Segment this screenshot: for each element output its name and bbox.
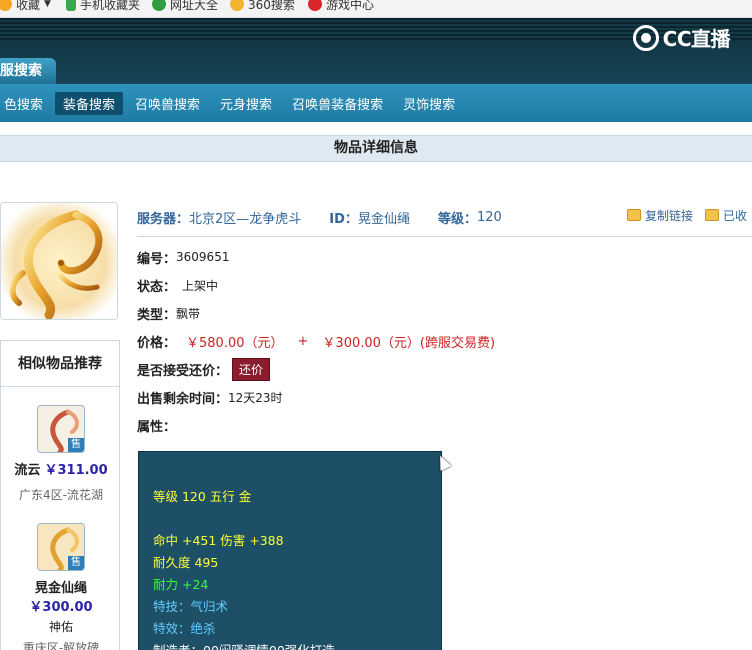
sale-badge: 售 xyxy=(68,438,84,452)
main-nav: 色搜索 装备搜索 召唤兽搜索 元身搜索 召唤兽装备搜索 灵饰搜索 xyxy=(0,84,752,122)
type-label: 类型： xyxy=(137,307,177,323)
id-value: 晃金仙绳 xyxy=(357,211,410,227)
sale-badge: 售 xyxy=(68,556,84,570)
site-logo[interactable]: CC直播 xyxy=(632,23,731,52)
attr-endurance: 耐力 +24 xyxy=(153,577,209,592)
phone-icon xyxy=(66,0,76,11)
bargain-row: 是否接受还价： 还价 xyxy=(137,357,271,381)
bargain-label: 是否接受还价： xyxy=(137,363,229,379)
number-label: 编号： xyxy=(137,251,177,267)
remaining-time-value: 12天23时 xyxy=(228,390,283,405)
similar-item-price: ￥300.00 xyxy=(29,600,93,615)
number-row: 编号： 3609651 xyxy=(137,246,229,268)
bargain-button[interactable]: 还价 xyxy=(232,357,271,381)
nav-equipment-search[interactable]: 装备搜索 xyxy=(55,91,124,115)
similar-item-thumbnail[interactable]: 售 xyxy=(37,523,85,571)
copy-link-button[interactable]: 复制链接 xyxy=(627,207,693,224)
item-actions: 复制链接 已收 xyxy=(627,207,747,224)
favorite-button[interactable]: 已收 xyxy=(705,207,747,224)
sidebar-title: 相似物品推荐 xyxy=(1,341,119,387)
plus-sign: + xyxy=(297,333,309,349)
remaining-time-row: 出售剩余时间： 12天23时 xyxy=(137,386,283,408)
attr-durability: 耐久度 495 xyxy=(153,555,219,570)
nav-pet-equipment-search[interactable]: 召唤兽装备搜索 xyxy=(284,92,391,115)
favorite-icon xyxy=(705,209,720,221)
price-row: 价格： ￥580.00（元） + ￥300.00（元）(跨服交易费) xyxy=(137,330,495,352)
attr-hit-damage: 命中 +451 伤害 +388 xyxy=(153,533,284,548)
bookmark-web-directory[interactable]: 网址大全 xyxy=(152,0,218,13)
detail-title-bar: 物品详细信息 xyxy=(0,135,752,162)
nav-role-search[interactable]: 色搜索 xyxy=(0,92,51,115)
item-image xyxy=(0,202,118,320)
similar-item[interactable]: 售 流云 ￥311.00 广东4区-流花湖 xyxy=(1,405,121,503)
star-icon xyxy=(0,0,12,11)
bookmark-360-search[interactable]: 360搜索 xyxy=(230,0,295,13)
status-value: 上架中 xyxy=(182,278,219,293)
similar-item-price: ￥311.00 xyxy=(44,463,108,478)
similar-item[interactable]: 售 晃金仙绳 ￥300.00 神佑 重庆区-解放碑 xyxy=(1,523,121,650)
remaining-time-label: 出售剩余时间： xyxy=(137,391,229,407)
type-row: 类型： 飘带 xyxy=(137,302,200,324)
level-label: 等级： xyxy=(437,211,477,227)
server-value: 北京2区—龙争虎斗 xyxy=(189,211,302,227)
similar-item-name[interactable]: 晃金仙绳 xyxy=(1,577,121,596)
summary-divider xyxy=(137,236,752,237)
globe-icon xyxy=(152,0,166,11)
nav-accessory-search[interactable]: 灵饰搜索 xyxy=(395,92,463,115)
similar-item-server: 重庆区-解放碑 xyxy=(22,641,100,650)
status-row: 状态： 上架中 xyxy=(137,274,218,296)
type-value: 飘带 xyxy=(176,306,201,321)
chevron-down-icon[interactable]: ▼ xyxy=(44,0,51,9)
similar-item-server: 神佑 xyxy=(48,620,73,634)
attr-level-element: 等级 120 五行 金 xyxy=(153,489,252,504)
status-label: 状态： xyxy=(137,279,177,295)
logo-mark-icon xyxy=(632,24,659,51)
id-label: ID： xyxy=(329,211,358,227)
copy-link-icon xyxy=(627,209,641,221)
cross-server-fee: ￥300.00（元）(跨服交易费) xyxy=(322,335,496,351)
attr-maker: 制造者：00闷骚调情00强化打造 xyxy=(153,640,335,650)
attributes-row: 属性： xyxy=(137,414,176,436)
section-title-tab[interactable]: 服搜索 xyxy=(0,58,56,84)
similar-item-name[interactable]: 流云 xyxy=(14,463,40,478)
bookmark-mobile-favorites[interactable]: 手机收藏夹 xyxy=(66,0,140,13)
bookmarks-bar: 收藏 ▼ 手机收藏夹 网址大全 360搜索 游戏中心 xyxy=(0,0,752,18)
site-header: CC直播 服搜索 xyxy=(0,18,752,84)
bookmark-favorites[interactable]: 收藏 ▼ xyxy=(0,0,51,13)
nav-pet-search[interactable]: 召唤兽搜索 xyxy=(127,92,208,115)
nav-avatar-search[interactable]: 元身搜索 xyxy=(212,92,280,115)
game-icon xyxy=(308,0,322,11)
attr-special-effect: 特效：绝杀 xyxy=(153,621,216,636)
similar-item-server: 广东4区-流花湖 xyxy=(19,488,103,502)
ribbon-item-icon xyxy=(1,203,117,319)
bookmark-game-center[interactable]: 游戏中心 xyxy=(308,0,374,13)
server-label: 服务器： xyxy=(137,211,190,227)
attr-special-skill: 特技：气归术 xyxy=(153,599,229,614)
similar-item-thumbnail[interactable]: 售 xyxy=(37,405,85,453)
attributes-label: 属性： xyxy=(137,419,177,435)
level-value: 120 xyxy=(476,209,502,225)
price-value: ￥580.00（元） xyxy=(186,335,284,351)
search-360-icon xyxy=(230,0,244,11)
attributes-panel: 等级 120 五行 金 命中 +451 伤害 +388 耐久度 495 耐力 +… xyxy=(138,451,442,650)
number-value: 3609651 xyxy=(176,250,230,264)
similar-items-sidebar: 相似物品推荐 售 流云 ￥311.00 广东4区-流花湖 售 晃金仙绳 ￥300… xyxy=(0,340,120,650)
price-label: 价格： xyxy=(137,335,177,351)
